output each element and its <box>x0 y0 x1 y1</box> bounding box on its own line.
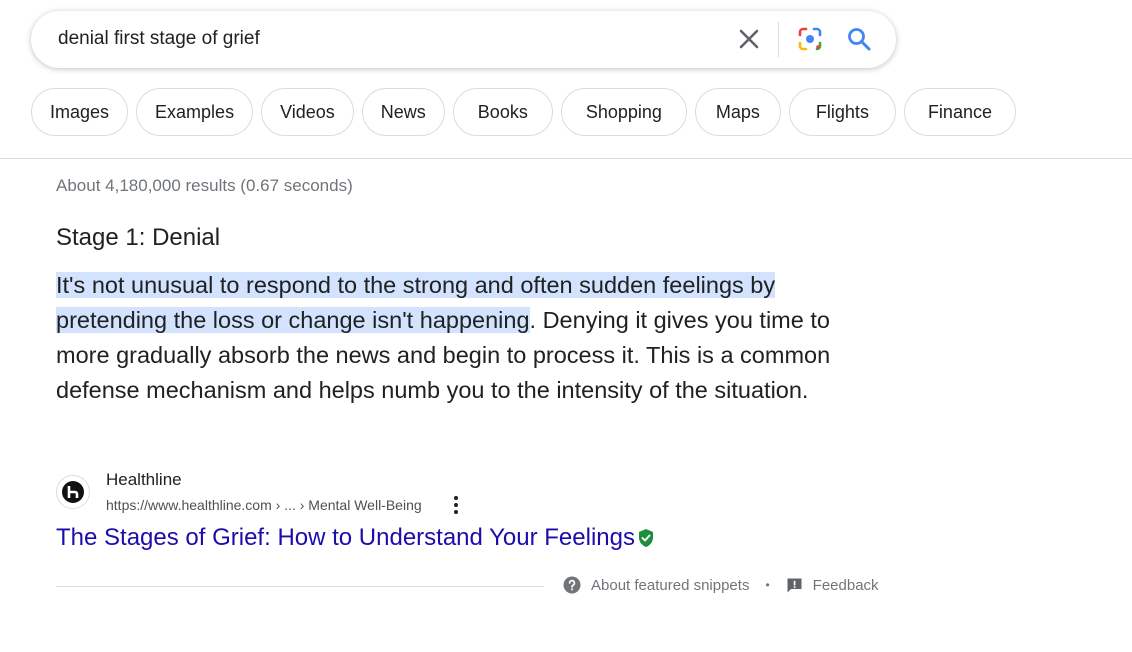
chip-finance[interactable]: Finance <box>903 88 1016 136</box>
search-divider <box>778 22 779 57</box>
feedback-link[interactable]: Feedback <box>786 577 879 594</box>
verified-shield-icon <box>639 529 653 547</box>
about-featured-snippets-link[interactable]: About featured snippets <box>563 576 749 594</box>
result-title[interactable]: The Stages of Grief: How to Understand Y… <box>56 524 635 552</box>
chip-videos[interactable]: Videos <box>261 88 354 136</box>
filter-chips: Images Examples Videos News Books Shoppi… <box>31 88 1016 136</box>
search-query-input[interactable]: denial first stage of grief <box>58 28 260 50</box>
feedback-icon <box>787 578 802 592</box>
result-title-link[interactable]: The Stages of Grief: How to Understand Y… <box>56 524 655 552</box>
footer-divider <box>56 586 544 587</box>
chip-shopping[interactable]: Shopping <box>560 88 687 136</box>
chip-images[interactable]: Images <box>31 88 129 136</box>
footer-separator: • <box>765 578 770 592</box>
clear-icon[interactable] <box>736 26 762 52</box>
results-stats: About 4,180,000 results (0.67 seconds) <box>56 176 353 195</box>
site-name[interactable]: Healthline <box>106 470 182 490</box>
more-vert-icon[interactable] <box>448 494 464 516</box>
chip-maps[interactable]: Maps <box>694 88 781 136</box>
header-divider <box>0 158 1132 159</box>
help-icon <box>563 576 581 594</box>
chip-flights[interactable]: Flights <box>788 88 896 136</box>
chip-books[interactable]: Books <box>452 88 553 136</box>
search-box[interactable]: denial first stage of grief <box>31 11 896 68</box>
snippet-footer: About featured snippets • Feedback <box>563 576 879 594</box>
search-icon[interactable] <box>845 25 873 53</box>
chip-news[interactable]: News <box>361 88 445 136</box>
chip-examples[interactable]: Examples <box>136 88 254 136</box>
snippet-heading: Stage 1: Denial <box>56 224 221 251</box>
google-lens-icon[interactable] <box>796 25 824 53</box>
feedback-label[interactable]: Feedback <box>813 577 879 594</box>
healthline-logo-icon <box>56 475 90 509</box>
snippet-body: It's not unusual to respond to the stron… <box>56 268 866 408</box>
about-featured-snippets-label[interactable]: About featured snippets <box>591 577 749 594</box>
site-url[interactable]: https://www.healthline.com › ... › Menta… <box>106 497 422 513</box>
